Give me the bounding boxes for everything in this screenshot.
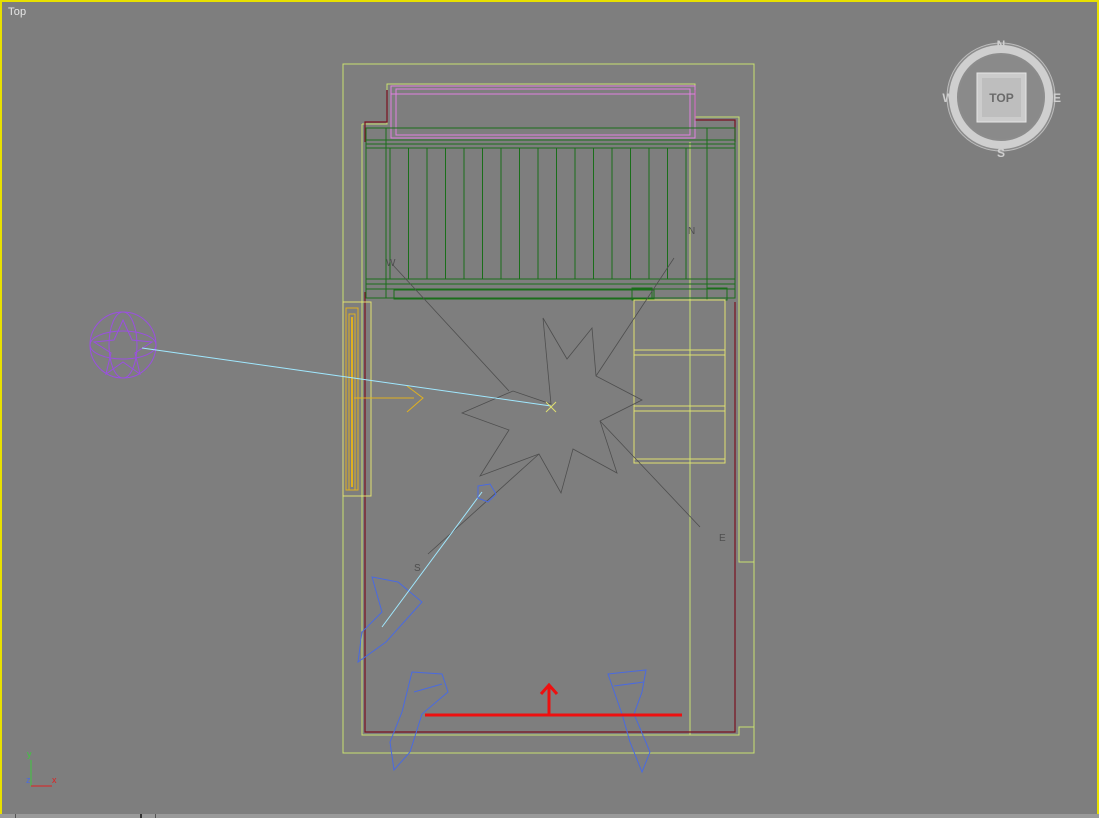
red-direction-arrow[interactable] bbox=[425, 682, 682, 717]
light-label-s: S bbox=[414, 563, 421, 574]
axis-z-label: z bbox=[26, 775, 31, 785]
viewcube[interactable]: TOP N S E W bbox=[942, 38, 1061, 160]
compass-south[interactable]: S bbox=[997, 146, 1005, 160]
axis-x-label: x bbox=[52, 775, 57, 785]
light-label-e: E bbox=[719, 533, 726, 544]
camera-object-left[interactable] bbox=[357, 483, 497, 664]
sun-light-object[interactable] bbox=[89, 311, 157, 379]
camera-object-bottom-right[interactable] bbox=[607, 669, 651, 774]
railing-object[interactable] bbox=[365, 127, 736, 301]
timeline-slider-handle[interactable] bbox=[140, 814, 142, 818]
pink-box-object[interactable] bbox=[390, 85, 696, 139]
light-label-w: W bbox=[386, 258, 396, 269]
camera-object-bottom-left[interactable] bbox=[389, 671, 449, 772]
top-viewport[interactable]: W N S E y x z TOP N S E W Top bbox=[0, 0, 1099, 816]
axis-y-label: y bbox=[27, 749, 32, 759]
compass-west[interactable]: W bbox=[942, 91, 954, 105]
shelf-object[interactable] bbox=[633, 299, 726, 464]
compass-east[interactable]: E bbox=[1053, 91, 1061, 105]
axis-tripod: y x z bbox=[26, 749, 57, 787]
door-object[interactable] bbox=[342, 301, 424, 497]
timeline-tick bbox=[155, 814, 156, 818]
viewcube-face-label[interactable]: TOP bbox=[989, 91, 1013, 105]
timeline-tick bbox=[15, 814, 16, 818]
scene-canvas[interactable]: W N S E y x z TOP N S E W bbox=[2, 2, 1097, 814]
compass-north[interactable]: N bbox=[997, 38, 1006, 52]
light-label-n: N bbox=[688, 226, 695, 237]
viewport-label[interactable]: Top bbox=[8, 6, 26, 18]
room-outline[interactable] bbox=[342, 63, 755, 754]
timeline-strip[interactable] bbox=[0, 814, 1099, 818]
